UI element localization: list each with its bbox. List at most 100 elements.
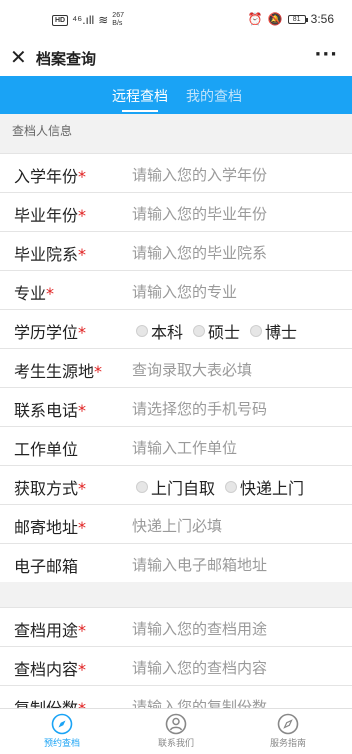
close-icon[interactable]: ✕ [10, 46, 27, 68]
nav-item-book-query[interactable]: 预约查档 [22, 713, 102, 749]
origin-input[interactable]: 查询录取大表必填 [132, 359, 252, 380]
field-label: 获取方式* [14, 475, 86, 499]
tab-my-queries[interactable]: 我的查档 [186, 86, 242, 106]
mute-icon: 🔕 [267, 12, 283, 26]
clock: 3:56 [310, 12, 334, 26]
label-text: 查档内容 [14, 660, 79, 679]
field-label: 查档内容* [14, 656, 86, 680]
radio-label: 博士 [265, 323, 298, 342]
email-input[interactable]: 请输入电子邮箱地址 [132, 554, 267, 575]
work-row[interactable]: 工作单位 请输入工作单位 [0, 426, 352, 465]
status-right: ⏰ 🔕 81 3:56 [248, 12, 334, 26]
network-speed-value: 267 [112, 12, 124, 19]
label-text: 获取方式 [14, 479, 79, 498]
grad-dept-input[interactable]: 请输入您的毕业院系 [132, 242, 267, 263]
enroll-year-row[interactable]: 入学年份* 请输入您的入学年份 [0, 153, 352, 192]
label-text: 工作单位 [14, 440, 79, 459]
required-mark: * [78, 621, 87, 640]
grad-year-input[interactable]: 请输入您的毕业年份 [132, 203, 267, 224]
field-label: 邮寄地址* [14, 514, 86, 538]
field-label: 查档用途* [14, 617, 86, 641]
radio-circle-icon[interactable] [136, 325, 148, 337]
nav-label: 预约查档 [43, 739, 80, 749]
user-icon [165, 713, 187, 735]
major-row[interactable]: 专业* 请输入您的专业 [0, 270, 352, 309]
required-mark: * [94, 362, 103, 381]
radio-circle-icon[interactable] [193, 325, 206, 337]
degree-radio-group: 本科 硕士 博士 [136, 319, 297, 343]
purpose-input[interactable]: 请输入您的查档用途 [132, 618, 267, 639]
field-label: 联系电话* [14, 397, 86, 421]
label-text: 电子邮箱 [14, 557, 79, 576]
major-input[interactable]: 请输入您的专业 [132, 281, 237, 302]
label-text: 考生生源地 [14, 362, 95, 381]
status-bar: HD ⁴⁶.ıll ≋ 267 B/s ⏰ 🔕 81 3:56 [0, 0, 352, 40]
battery-icon: 81 [287, 14, 308, 24]
field-label: 专业* [14, 280, 54, 304]
required-mark: * [78, 401, 87, 420]
label-text: 邮寄地址 [14, 518, 79, 537]
content-input[interactable]: 请输入您的查档内容 [132, 657, 267, 678]
required-mark: * [78, 245, 87, 264]
field-label: 学历学位* [14, 319, 86, 343]
field-label: 工作单位 [14, 436, 78, 460]
compass-icon [51, 713, 73, 735]
degree-radio-master[interactable]: 硕士 [193, 319, 240, 343]
degree-radio-bachelor[interactable]: 本科 [136, 319, 183, 343]
status-left: HD ⁴⁶.ıll ≋ 267 B/s [52, 12, 124, 28]
phone-select[interactable]: 请选择您的手机号码 [132, 398, 267, 419]
address-input[interactable]: 快递上门必填 [132, 515, 222, 536]
required-mark: * [78, 518, 87, 537]
required-mark: * [46, 284, 55, 303]
field-label: 毕业院系* [14, 241, 86, 265]
method-radio-pickup[interactable]: 上门自取 [136, 475, 215, 499]
label-text: 查档用途 [14, 621, 79, 640]
radio-circle-icon[interactable] [225, 481, 238, 493]
purpose-row[interactable]: 查档用途* 请输入您的查档用途 [0, 607, 352, 646]
grad-dept-row[interactable]: 毕业院系* 请输入您的毕业院系 [0, 231, 352, 270]
nav-label: 联系我们 [157, 739, 194, 749]
query-form: 查档用途* 请输入您的查档用途 查档内容* 请输入您的查档内容 复制份数* 请输… [0, 607, 352, 724]
nav-label: 服务指南 [269, 739, 306, 749]
address-row[interactable]: 邮寄地址* 快递上门必填 [0, 504, 352, 543]
degree-radio-doctor[interactable]: 博士 [250, 319, 297, 343]
origin-row[interactable]: 考生生源地* 查询录取大表必填 [0, 348, 352, 387]
email-row[interactable]: 电子邮箱 请输入电子邮箱地址 [0, 543, 352, 582]
phone-row[interactable]: 联系电话* 请选择您的手机号码 [0, 387, 352, 426]
label-text: 专业 [14, 284, 47, 303]
page-title: 档案查询 [36, 50, 97, 68]
bottom-nav: 预约查档 联系我们 服务指南 [0, 708, 352, 754]
radio-label: 硕士 [208, 323, 241, 342]
label-text: 联系电话 [14, 401, 79, 420]
grad-year-row[interactable]: 毕业年份* 请输入您的毕业年份 [0, 192, 352, 231]
required-mark: * [78, 167, 87, 186]
radio-label: 上门自取 [151, 479, 216, 498]
tab-bar: 远程查档 我的查档 [0, 76, 352, 114]
radio-circle-icon[interactable] [250, 325, 263, 337]
method-row: 获取方式* 上门自取 快递上门 [0, 465, 352, 504]
required-mark: * [78, 479, 87, 498]
applicant-form: 入学年份* 请输入您的入学年份 毕业年份* 请输入您的毕业年份 毕业院系* 请输… [0, 153, 352, 582]
content-row[interactable]: 查档内容* 请输入您的查档内容 [0, 646, 352, 685]
nav-item-guide[interactable]: 服务指南 [248, 713, 328, 749]
nav-item-contact[interactable]: 联系我们 [136, 713, 216, 749]
enroll-year-input[interactable]: 请输入您的入学年份 [132, 164, 267, 185]
network-speed-unit: B/s [112, 20, 123, 27]
radio-label: 快递上门 [240, 479, 305, 498]
section-label-applicant: 查档人信息 [12, 124, 73, 138]
network-speed: 267 B/s [112, 12, 124, 28]
more-icon[interactable]: ··· [314, 44, 338, 65]
method-radio-group: 上门自取 快递上门 [136, 475, 304, 499]
method-radio-express[interactable]: 快递上门 [225, 475, 304, 499]
work-input[interactable]: 请输入工作单位 [132, 437, 237, 458]
signal-icon: ⁴⁶.ıll [72, 13, 95, 27]
field-label: 入学年份* [14, 163, 86, 187]
label-text: 入学年份 [14, 167, 79, 186]
required-mark: * [78, 206, 87, 225]
radio-circle-icon[interactable] [136, 481, 148, 493]
label-text: 毕业院系 [14, 245, 79, 264]
tab-remote-query[interactable]: 远程查档 [112, 86, 168, 112]
field-label: 考生生源地* [14, 358, 102, 382]
label-text: 毕业年份 [14, 206, 79, 225]
field-label: 电子邮箱 [14, 553, 78, 577]
